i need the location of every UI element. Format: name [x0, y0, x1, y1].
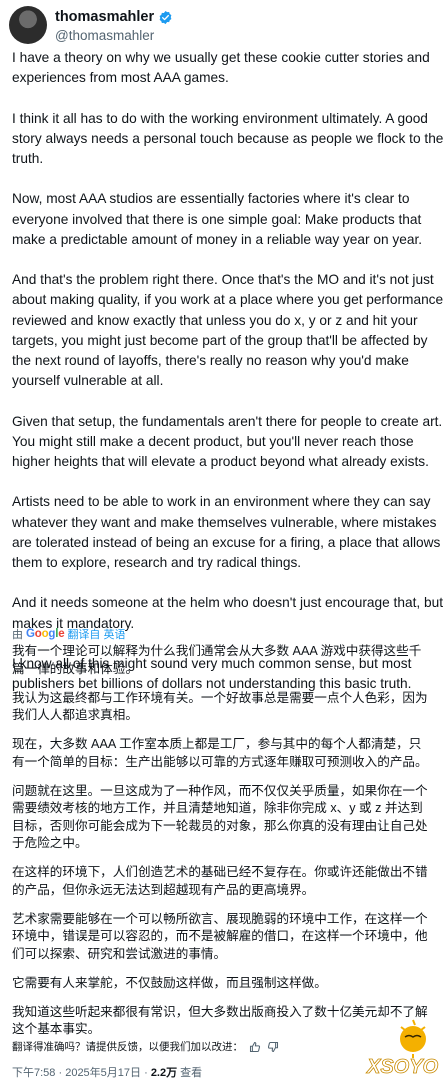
feedback-text: 翻译得准确吗？请提供反馈，以便我们加以改进：	[12, 1041, 243, 1053]
thumbs-up-icon[interactable]	[249, 1041, 261, 1053]
site-watermark-logo: XSOYO	[366, 1019, 439, 1077]
tweet-paragraph: Now, most AAA studios are essentially fa…	[12, 189, 437, 250]
tweet-header: thomasmahler @thomasmahler	[9, 4, 439, 48]
translated-paragraph-line: 有一个简单的目标：生产出能够以可靠的方式逐年赚取可预测收入的产品。	[12, 754, 428, 769]
translated-paragraph-line: 环境中，错误是可以容忍的，而不是被解雇的借口，在这样一个环境中，他	[12, 929, 428, 943]
translated-paragraph-line: 于危险之中。	[12, 836, 88, 850]
tweet-paragraph-line: You might still make a decent product, b…	[12, 433, 414, 449]
tweet-paragraph-line: whatever they want and make themselves v…	[12, 514, 437, 530]
tweet-paragraph-line: everyone involved that there is one simp…	[12, 211, 422, 227]
tweet-paragraph: And that's the problem right there. Once…	[12, 270, 443, 391]
google-logo: Google	[26, 628, 65, 640]
translated-paragraph-line: 我有一个理论可以解释为什么我们通常会从大多数 AAA 游戏中获得这些千	[12, 644, 422, 658]
tweet-paragraph: I have a theory on why we usually get th…	[12, 48, 437, 88]
translation-feedback: 翻译得准确吗？请提供反馈，以便我们加以改进：	[12, 1039, 279, 1054]
translated-paragraph-line: 这个基本事实。	[12, 1022, 101, 1036]
tweet-paragraph-line: the next round of layoffs, there's reall…	[12, 353, 409, 368]
translated-paragraph-line: 我认为这最终都与工作环境有关。一个好故事总是需要一点个人色彩，因为	[12, 690, 428, 705]
translated-paragraph-line: 我们人人都追求真相。	[12, 708, 138, 722]
tweet-paragraph-line: them to explore, research and try radica…	[12, 555, 302, 570]
tweet-paragraph-line: reviewed and know exactly that unless yo…	[12, 312, 418, 328]
display-name-text[interactable]: thomasmahler	[55, 9, 154, 25]
tweet-paragraph-line: about making quality, if you work at a p…	[12, 292, 444, 308]
tweet-paragraph-line: Now, most AAA studios are essentially fa…	[12, 191, 410, 207]
translated-paragraph-line: 篇一律的故事和体验。	[12, 661, 138, 676]
tweet-text: I have a theory on why we usually get th…	[12, 48, 443, 694]
translated-paragraph-line: 现在，大多数 AAA 工作室本质上都是工厂，参与其中的每个人都清楚，只	[12, 737, 422, 751]
tweet-paragraph-line: Artists need to be able to work in an en…	[12, 494, 431, 510]
tweet-paragraph-line: And it needs someone at the helm who doe…	[12, 595, 444, 611]
tweet-meta: 下午7:58 · 2025年5月17日 · 2.2万 查看	[12, 1064, 202, 1080]
handle[interactable]: @thomasmahler	[55, 28, 154, 43]
meta-separator: ·	[141, 1067, 151, 1079]
translated-from-link[interactable]: 翻译自 英语	[67, 626, 125, 642]
views-count: 2.2万	[150, 1067, 178, 1079]
translated-paragraph-line: 艺术家需要能够在一个可以畅所欲言、展现脆弱的环境中工作，在这样一个	[12, 911, 428, 926]
views-label: 查看	[177, 1067, 203, 1079]
translated-paragraph: 问题就在这里。一旦这成为了一种作风，而不仅仅关乎质量，如果你在一个 需要绩效考核的…	[12, 783, 437, 853]
translated-text: 我有一个理论可以解释为什么我们通常会从大多数 AAA 游戏中获得这些千 篇一律的故…	[12, 643, 437, 1050]
tweet-paragraph-line: are tolerated instead of being an excuse…	[12, 534, 441, 550]
translated-paragraph: 我有一个理论可以解释为什么我们通常会从大多数 AAA 游戏中获得这些千 篇一律的故…	[12, 643, 437, 678]
tweet-paragraph-line: higher heights that will elevate a produ…	[12, 454, 429, 469]
translated-paragraph-line: 问题就在这里。一旦这成为了一种作风，而不仅仅关乎质量，如果你在一个	[12, 783, 428, 798]
tweet-paragraph: Given that setup, the fundamentals aren'…	[12, 412, 442, 473]
thumbs-down-icon[interactable]	[267, 1041, 279, 1053]
tweet-paragraph-line: experiences from most AAA games.	[12, 70, 229, 86]
tweet-paragraph-line: And that's the problem right there. Once…	[12, 272, 434, 288]
meta-separator: ·	[55, 1067, 66, 1079]
translated-paragraph-line: 需要绩效考核的地方工作，并且清楚地知道，除非你完成 x、y 或 z 并达到	[12, 801, 423, 815]
tweet-paragraph-line: Given that setup, the fundamentals aren'…	[12, 413, 443, 429]
verified-badge-icon	[159, 10, 172, 24]
translated-paragraph: 它需要有人来掌舵，不仅鼓励这样做，而且强制这样做。	[12, 975, 437, 993]
watermark-text: XSOYO	[366, 1056, 439, 1077]
tweet-paragraph-line: story always needs a personal touch beca…	[12, 130, 444, 146]
display-name[interactable]: thomasmahler	[55, 9, 173, 25]
tweet-time[interactable]: 下午7:58	[12, 1067, 55, 1079]
tweet-date[interactable]: 2025年5月17日	[65, 1067, 141, 1079]
translated-paragraph-line: 们可以探索、研究和尝试激进的事情。	[12, 946, 227, 961]
translated-paragraph: 在这样的环境下，人们创造艺术的基础已经不复存在。你或许还能做出不错 的产品，但你永…	[12, 864, 437, 899]
tweet-paragraph-line: truth.	[12, 151, 44, 166]
translated-paragraph: 现在，大多数 AAA 工作室本质上都是工厂，参与其中的每个人都清楚，只 有一个简单…	[12, 736, 437, 771]
tweet-paragraph-line: yourself vulnerable at all.	[12, 373, 164, 389]
tweet-paragraph-line: I have a theory on why we usually get th…	[12, 50, 430, 65]
tweet-paragraph-line: targets, you might just become part of t…	[12, 332, 428, 348]
translated-paragraph: 我认为这最终都与工作环境有关。一个好故事总是需要一点个人色彩，因为 我们人人都追求…	[12, 690, 437, 725]
translated-paragraph-line: 在这样的环境下，人们创造艺术的基础已经不复存在。你或许还能做出不错	[12, 865, 428, 879]
translation-source: 由 Google 翻译自 英语	[12, 626, 126, 642]
translation-prefix: 由	[12, 629, 23, 641]
tweet-paragraph-line: make a predictable amount of money in a …	[12, 231, 423, 247]
translated-paragraph-line: 它需要有人来掌舵，不仅鼓励这样做，而且强制这样做。	[12, 975, 327, 990]
tweet-paragraph: I think it all has to do with the workin…	[12, 109, 443, 170]
avatar[interactable]	[9, 6, 47, 44]
tweet-paragraph: Artists need to be able to work in an en…	[12, 492, 441, 573]
translated-paragraph-line: 目标，否则你可能会成为下一轮裁员的对象，那么你真的没有理由让自己处	[12, 818, 428, 833]
translated-paragraph: 艺术家需要能够在一个可以畅所欲言、展现脆弱的环境中工作，在这样一个 环境中，错误是…	[12, 911, 437, 964]
tweet-paragraph-line: I think it all has to do with the workin…	[12, 110, 428, 126]
translated-paragraph-line: 的产品，但你永远无法达到超越现有产品的更高境界。	[12, 882, 315, 897]
